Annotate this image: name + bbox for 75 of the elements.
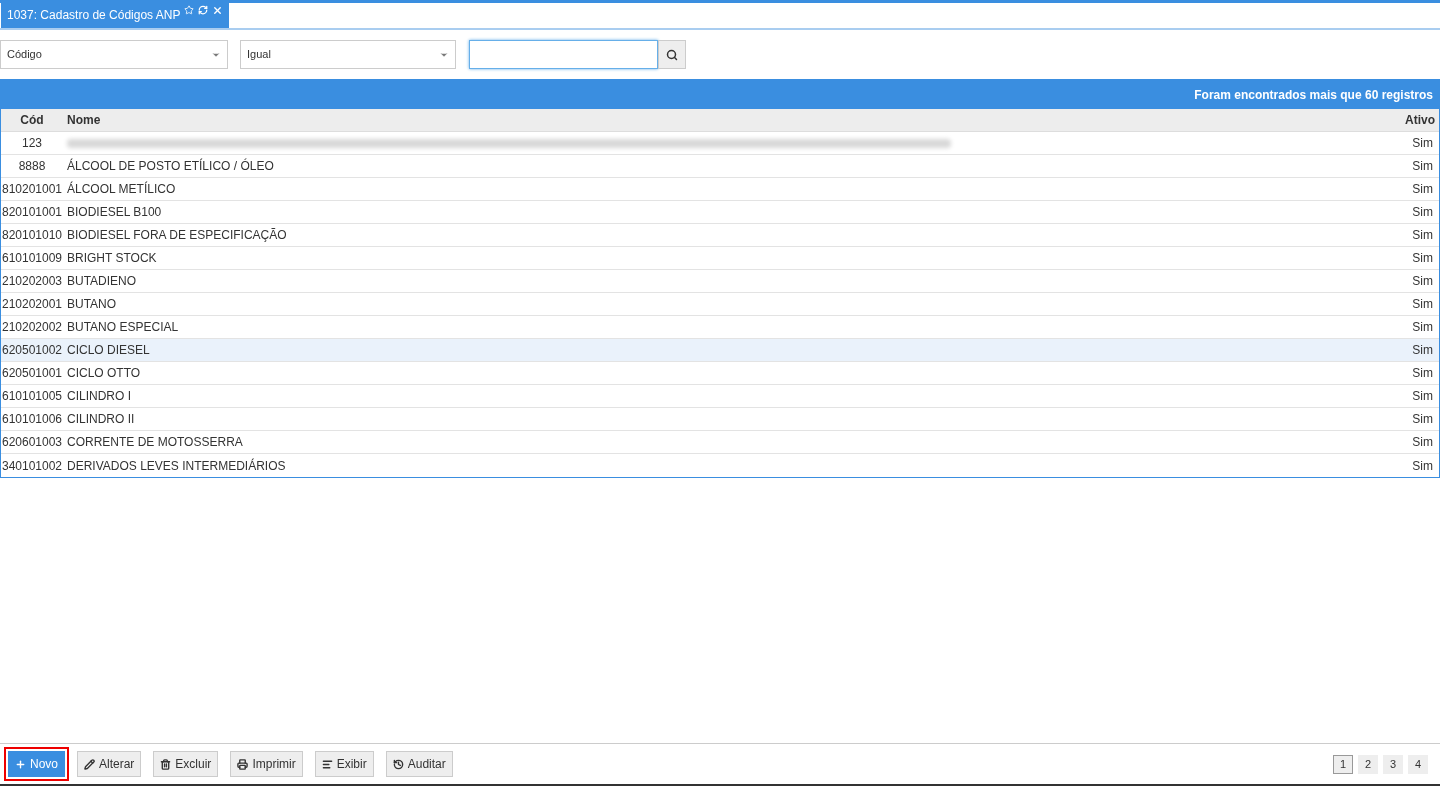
status-cell-text: Sim: [1411, 273, 1434, 290]
table-row[interactable]: 620501002 CICLO DIESEL Sim: [1, 339, 1439, 362]
code-cell-text: 210202001: [1, 296, 63, 313]
code-cell-text: 123: [21, 135, 43, 152]
action-button[interactable]: Excluir: [153, 751, 219, 777]
table-row[interactable]: 8888 ÁLCOOL DE POSTO ETÍLICO / ÓLEO Sim: [1, 155, 1439, 178]
code-cell-text: 620601003: [1, 434, 63, 451]
status-cell-text: Sim: [1411, 388, 1434, 405]
action-button[interactable]: Auditar: [385, 751, 453, 777]
refresh-icon[interactable]: [198, 5, 209, 15]
status-cell-text: Sim: [1411, 296, 1434, 313]
name-cell-text: BIODIESEL FORA DE ESPECIFICAÇÃO: [66, 227, 288, 244]
code-cell-text: 620501002: [1, 342, 63, 359]
status-cell-text: Sim: [1411, 181, 1434, 198]
status-cell-text: Sim: [1411, 135, 1434, 152]
status-cell-text: Sim: [1411, 342, 1434, 359]
code-cell-text: 610101009: [1, 250, 63, 267]
status-cell-text: Sim: [1411, 434, 1434, 451]
name-cell-text: BRIGHT STOCK: [66, 250, 158, 267]
pencil-icon: [84, 758, 95, 770]
page-button[interactable]: 2: [1358, 754, 1378, 774]
name-cell-text: ÁLCOOL DE POSTO ETÍLICO / ÓLEO: [66, 157, 275, 175]
column-header[interactable]: Ativo: [1401, 111, 1439, 129]
search-field[interactable]: [469, 40, 658, 69]
status-cell-text: Sim: [1411, 227, 1434, 244]
action-button[interactable]: Imprimir: [230, 751, 303, 777]
page-button[interactable]: 4: [1408, 754, 1428, 774]
name-cell-text: BUTANO ESPECIAL: [66, 319, 180, 336]
field-dropdown[interactable]: Código: [0, 40, 228, 69]
status-cell-text: Sim: [1411, 365, 1434, 382]
name-cell-text: ÁLCOOL METÍLICO: [66, 180, 177, 198]
action-button[interactable]: Alterar: [77, 751, 142, 777]
status-cell-text: Sim: [1411, 411, 1434, 428]
name-cell-text: DERIVADOS LEVES INTERMEDIÁRIOS: [66, 457, 287, 475]
code-cell-text: 340101002: [1, 457, 63, 475]
status-cell-text: Sim: [1411, 204, 1434, 221]
page-button[interactable]: 1: [1333, 754, 1353, 774]
code-cell-text: 8888: [17, 158, 47, 175]
code-cell-text: 810201001: [1, 181, 63, 198]
code-cell-text: 610101005: [1, 388, 63, 405]
name-cell-text: BUTADIENO: [66, 273, 138, 290]
code-cell-text: 610101006: [1, 411, 63, 428]
code-cell-text: 820101001: [1, 204, 63, 221]
action-button[interactable]: Exibir: [314, 751, 374, 777]
tab-title: 1037: Cadastro de Códigos ANP: [7, 7, 181, 24]
plus-icon: [15, 758, 26, 770]
column-header[interactable]: Nome: [63, 111, 1401, 129]
name-cell-text: BIODIESEL B100: [66, 204, 163, 221]
code-cell-text: 620501001: [1, 365, 63, 382]
name-cell-text: CICLO DIESEL: [66, 342, 151, 359]
column-header[interactable]: Cód: [1, 111, 63, 129]
results-banner: Foram encontrados mais que 60 registros: [1, 80, 1439, 109]
trash-icon: [160, 758, 172, 770]
page-button[interactable]: 3: [1383, 754, 1403, 774]
status-cell-text: Sim: [1411, 457, 1434, 475]
lines-icon: [321, 758, 333, 770]
status-cell-text: Sim: [1411, 250, 1434, 267]
code-cell-text: 210202003: [1, 273, 63, 290]
table-row[interactable]: 810201001 ÁLCOOL METÍLICO Sim: [1, 178, 1439, 201]
close-icon[interactable]: [212, 5, 224, 16]
printer-icon: [237, 758, 249, 770]
name-cell-text: BUTANO: [66, 296, 118, 313]
name-cell-text: CILINDRO I: [66, 388, 132, 405]
star-icon[interactable]: [184, 5, 195, 15]
status-cell-text: Sim: [1411, 319, 1434, 336]
code-cell-text: 210202002: [1, 319, 63, 336]
status-cell-text: Sim: [1411, 158, 1434, 175]
search-button[interactable]: [658, 40, 686, 69]
search-icon: [666, 48, 678, 61]
name-cell-text: CORRENTE DE MOTOSSERRA: [66, 434, 244, 451]
name-cell-text: CILINDRO II: [66, 411, 136, 428]
operator-dropdown[interactable]: Igual: [240, 40, 456, 69]
history-icon: [392, 758, 404, 770]
name-cell-text: CICLO OTTO: [66, 365, 142, 382]
code-cell-text: 820101010: [1, 227, 63, 244]
